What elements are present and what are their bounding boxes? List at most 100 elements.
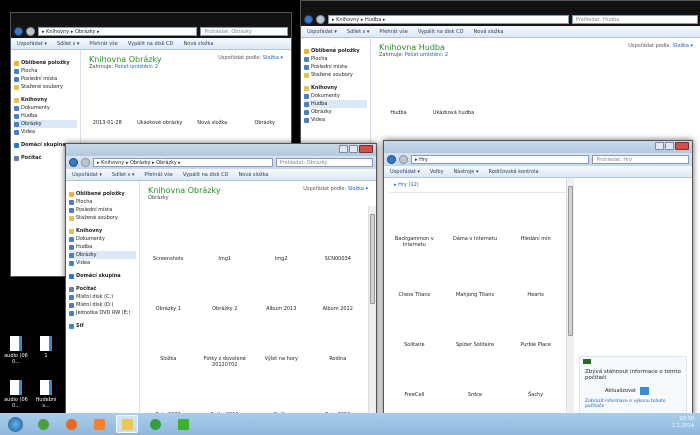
new-folder-button[interactable]: Nová složka <box>238 172 268 178</box>
file-item[interactable]: Purble Place <box>505 342 566 348</box>
file-item[interactable]: Img1 <box>197 256 254 262</box>
file-item[interactable]: Rodina <box>310 356 367 368</box>
address-bar[interactable]: ▸ Knihovny ▸ Obrázky ▸ Obrázky ▸ <box>93 158 273 167</box>
close-button[interactable] <box>359 145 373 153</box>
file-item[interactable]: Obrázky 1 <box>140 306 197 312</box>
locations-link[interactable]: Počet umístění: 2 <box>115 64 158 70</box>
file-item[interactable]: Výlet na hory <box>253 356 310 368</box>
close-button[interactable] <box>675 142 689 150</box>
forward-button[interactable] <box>26 27 35 36</box>
file-item[interactable]: Hearts <box>505 292 566 298</box>
nav-drive-c[interactable]: Místní disk (C:) <box>69 293 136 301</box>
scrollbar-thumb[interactable] <box>370 214 375 304</box>
file-item[interactable]: 2013-01-28 <box>81 120 134 126</box>
nav-desktop[interactable]: Plocha <box>304 55 367 63</box>
play-all-button[interactable]: Přehrát vše <box>379 29 407 35</box>
organize-button[interactable]: Uspořádat ▾ <box>390 169 420 175</box>
taskbar-app-green[interactable] <box>144 415 166 433</box>
nav-libraries[interactable]: Knihovny <box>14 96 77 104</box>
nav-recent[interactable]: Poslední místa <box>304 63 367 71</box>
file-item[interactable]: Img2 <box>253 256 310 262</box>
play-all-button[interactable]: Přehrát vše <box>89 41 117 47</box>
minimize-button[interactable] <box>339 145 348 153</box>
burn-button[interactable]: Vypálit na disk CD <box>418 29 464 35</box>
file-item[interactable]: Mahjong Titans <box>445 292 506 298</box>
desktop-icon[interactable]: Hudební s... <box>32 380 60 409</box>
games-group-header[interactable]: ▸ Hry (12) <box>389 178 569 193</box>
locations-link[interactable]: Počet umístění: 2 <box>405 52 448 58</box>
file-item[interactable]: Dáma v Internetu <box>445 236 506 248</box>
address-bar[interactable]: ▸ Hry <box>411 155 590 164</box>
nav-drive-d[interactable]: Místní disk (D:) <box>69 301 136 309</box>
share-button[interactable]: Sdílet s ▾ <box>112 172 134 178</box>
nav-music[interactable]: Hudba <box>69 243 136 251</box>
nav-favorites[interactable]: Oblíbené položky <box>14 59 77 67</box>
vertical-scrollbar[interactable] <box>368 206 376 434</box>
file-item[interactable]: Backgammon v Internetu <box>384 236 445 248</box>
desktop-icon[interactable]: audio (06 0... <box>2 336 30 365</box>
arrange-by-dropdown[interactable]: Složka ▾ <box>673 43 693 49</box>
share-button[interactable]: Sdílet s ▾ <box>347 29 369 35</box>
nav-libraries[interactable]: Knihovny <box>304 84 367 92</box>
nav-videos[interactable]: Videa <box>14 128 77 136</box>
nav-desktop[interactable]: Plocha <box>69 198 136 206</box>
nav-downloads[interactable]: Stažené soubory <box>304 71 367 79</box>
start-button[interactable] <box>4 415 26 433</box>
nav-documents[interactable]: Dokumenty <box>69 235 136 243</box>
file-item[interactable]: Obrázky 2 <box>197 306 254 312</box>
file-item[interactable]: Složka <box>140 356 197 368</box>
nav-recent[interactable]: Poslední místa <box>14 75 77 83</box>
nav-recent[interactable]: Poslední místa <box>69 206 136 214</box>
file-item[interactable]: Chess Titans <box>384 292 445 298</box>
nav-downloads[interactable]: Stažené soubory <box>69 214 136 222</box>
options-button[interactable]: Volby <box>430 169 444 175</box>
nav-videos[interactable]: Videa <box>304 116 367 124</box>
file-item[interactable]: Album 2012 <box>310 306 367 312</box>
nav-libraries[interactable]: Knihovny <box>69 227 136 235</box>
nav-pictures[interactable]: Obrázky <box>69 251 136 259</box>
nav-documents[interactable]: Dokumenty <box>304 92 367 100</box>
nav-music[interactable]: Hudba <box>304 100 367 108</box>
arrange-by-dropdown[interactable]: Složka ▾ <box>348 186 368 192</box>
address-bar[interactable]: ▸ Knihovny ▸ Hudba ▸ <box>328 15 569 24</box>
nav-computer[interactable]: Počítač <box>69 285 136 293</box>
search-input[interactable]: Prohledat: Hry <box>592 155 689 164</box>
back-button[interactable] <box>14 27 23 36</box>
explorer-window-games[interactable]: ▸ Hry Prohledat: Hry Uspořádat ▾ Volby Nást… <box>383 140 693 427</box>
search-input[interactable]: Prohledat: Obrázky <box>200 27 288 36</box>
nav-homegroup[interactable]: Domácí skupina <box>69 272 136 280</box>
vertical-scrollbar[interactable] <box>566 178 574 426</box>
nav-documents[interactable]: Dokumenty <box>14 104 77 112</box>
nav-favorites[interactable]: Oblíbené položky <box>69 190 136 198</box>
new-folder-button[interactable]: Nová složka <box>473 29 503 35</box>
tools-button[interactable]: Nástroje ▾ <box>454 169 479 175</box>
nav-pictures[interactable]: Obrázky <box>14 120 77 128</box>
burn-button[interactable]: Vypálit na disk CD <box>128 41 174 47</box>
back-button[interactable] <box>69 158 78 167</box>
title-bar[interactable] <box>384 141 692 153</box>
taskbar-utorrent[interactable] <box>172 415 194 433</box>
file-item[interactable]: Fotky z dovolené 20120702 <box>197 356 254 368</box>
organize-button[interactable]: Uspořádat ▾ <box>72 172 102 178</box>
forward-button[interactable] <box>81 158 90 167</box>
file-item[interactable]: Hledání min <box>505 236 566 248</box>
nav-pictures[interactable]: Obrázky <box>304 108 367 116</box>
title-bar[interactable] <box>66 144 376 156</box>
taskbar-app[interactable] <box>32 415 54 433</box>
forward-button[interactable] <box>399 155 408 164</box>
back-button[interactable] <box>304 15 313 24</box>
file-item[interactable]: Obrázky <box>239 120 292 126</box>
file-item[interactable]: Spider Solitaire <box>445 342 506 348</box>
file-item[interactable]: Ukázkové obrázky <box>134 120 187 126</box>
address-bar[interactable]: ▸ Knihovny ▸ Obrázky ▸ <box>38 27 198 36</box>
new-folder-button[interactable]: Nová složka <box>183 41 213 47</box>
system-clock[interactable]: 20:30 2.1.2014 <box>672 416 694 430</box>
scrollbar-thumb[interactable] <box>568 186 573 336</box>
play-all-button[interactable]: Přehrát vše <box>144 172 172 178</box>
search-input[interactable]: Prohledat: Hudba <box>571 15 698 24</box>
file-item[interactable]: SCN00034 <box>310 256 367 262</box>
back-button[interactable] <box>387 155 396 164</box>
organize-button[interactable]: Uspořádat ▾ <box>17 41 47 47</box>
nav-music[interactable]: Hudba <box>14 112 77 120</box>
explorer-window-pictures-2[interactable]: ▸ Knihovny ▸ Obrázky ▸ Obrázky ▸ Prohleda… <box>65 143 377 435</box>
